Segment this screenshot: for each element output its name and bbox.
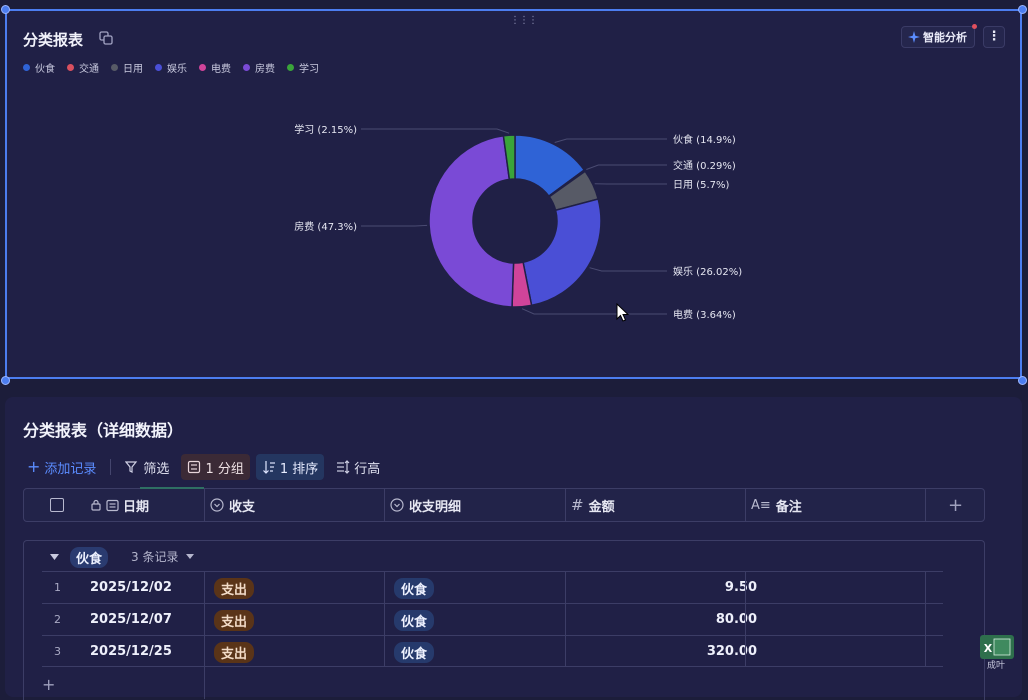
group-label: 1 分组 <box>205 458 243 477</box>
cell-amount[interactable]: 320.00 <box>582 644 757 659</box>
leader-line <box>590 268 667 271</box>
pie-slice[interactable] <box>429 136 514 307</box>
column-divider <box>925 489 926 521</box>
resize-handle[interactable] <box>1 5 10 14</box>
add-record-button[interactable]: + 添加记录 <box>23 454 102 480</box>
column-divider <box>384 571 385 667</box>
table-card: 分类报表（详细数据） + 添加记录 筛选 1 分组 <box>5 397 1022 697</box>
column-divider <box>204 571 205 699</box>
cell-type-tag[interactable]: 支出 <box>214 610 254 631</box>
cell-detail-tag[interactable]: 伙食 <box>394 578 434 599</box>
column-divider <box>745 571 746 667</box>
cell-amount[interactable]: 9.50 <box>582 580 757 595</box>
table-header-row: 日期 收支 收支明细 # 金额 A≡ <box>23 488 985 522</box>
row-height-button[interactable]: 行高 <box>330 454 386 480</box>
cell-type-tag[interactable]: 支出 <box>214 578 254 599</box>
row-height-icon <box>336 460 350 474</box>
mouse-cursor-icon <box>616 303 630 323</box>
column-label: 备注 <box>776 496 802 515</box>
toolbar-divider <box>110 459 111 475</box>
filter-icon <box>125 460 139 474</box>
group-section: 伙食 3 条记录 1 2025/12/02 支出 伙食 9.50 2 2025/… <box>23 540 985 700</box>
plus-icon: + <box>27 459 40 475</box>
column-header-type[interactable]: 收支 <box>210 489 255 521</box>
select-all-checkbox[interactable] <box>50 489 64 521</box>
sort-label: 1 排序 <box>280 458 318 477</box>
column-divider <box>925 571 926 667</box>
row-number: 2 <box>54 613 61 626</box>
pie-slice[interactable] <box>523 199 601 305</box>
cell-amount[interactable]: 80.00 <box>582 612 757 627</box>
add-row-button[interactable]: + <box>42 675 55 694</box>
slice-data-label: 学习 (2.15%) <box>294 123 357 136</box>
excel-export-icon[interactable]: X <box>980 635 1014 659</box>
chart-card[interactable]: ⋮⋮⋮ 分类报表 智能分析 ⋮ 伙食交通日用娱乐电费房费学习 伙食 (14.9%… <box>5 9 1022 379</box>
leader-line <box>361 225 427 226</box>
resize-handle[interactable] <box>1018 5 1027 14</box>
column-divider <box>565 489 566 521</box>
column-header-note[interactable]: A≡ 备注 <box>751 489 802 521</box>
chevron-down-icon[interactable] <box>186 554 194 560</box>
sort-button[interactable]: 1 排序 <box>256 454 324 480</box>
slice-data-label: 交通 (0.29%) <box>673 159 736 172</box>
row-number: 3 <box>54 645 61 658</box>
number-icon: # <box>571 496 584 514</box>
add-column-button[interactable]: + <box>948 489 963 521</box>
cell-detail-tag[interactable]: 伙食 <box>394 642 434 663</box>
excel-label: 成叶 <box>987 658 1005 671</box>
group-name-tag: 伙食 <box>70 547 108 568</box>
group-button[interactable]: 1 分组 <box>181 454 249 480</box>
column-header-amount[interactable]: # 金额 <box>571 489 615 521</box>
cell-type-tag[interactable]: 支出 <box>214 642 254 663</box>
text-field-icon: A≡ <box>751 498 771 513</box>
table-row[interactable]: 1 2025/12/02 支出 伙食 9.50 <box>42 571 943 603</box>
column-header-date[interactable]: 日期 <box>90 489 149 521</box>
column-label: 金额 <box>589 496 615 515</box>
column-divider <box>745 489 746 521</box>
slice-data-label: 房费 (47.3%) <box>294 220 357 233</box>
column-divider <box>565 571 566 667</box>
add-record-label: 添加记录 <box>44 458 96 477</box>
leader-line <box>361 129 509 133</box>
svg-text:X: X <box>984 642 993 655</box>
lock-icon <box>90 499 102 511</box>
column-divider <box>204 489 205 521</box>
table-row[interactable]: 3 2025/12/25 支出 伙食 320.00 <box>42 635 943 667</box>
cell-date[interactable]: 2025/12/02 <box>90 580 172 595</box>
slice-data-label: 电费 (3.64%) <box>673 308 736 321</box>
column-label: 收支明细 <box>409 496 461 515</box>
leader-line <box>586 165 667 169</box>
row-number: 1 <box>54 581 61 594</box>
cell-detail-tag[interactable]: 伙食 <box>394 610 434 631</box>
cell-date[interactable]: 2025/12/25 <box>90 644 172 659</box>
leader-line <box>555 139 667 142</box>
slice-data-label: 日用 (5.7%) <box>673 180 729 191</box>
row-height-label: 行高 <box>354 458 380 477</box>
resize-handle[interactable] <box>1018 376 1027 385</box>
donut-chart: 伙食 (14.9%) 交通 (0.29%) 日用 (5.7%) 娱乐 (26.02%)… <box>7 11 1020 377</box>
calendar-icon <box>106 499 119 512</box>
filter-label: 筛选 <box>143 458 169 477</box>
filter-button[interactable]: 筛选 <box>119 454 175 480</box>
slice-data-label: 娱乐 (26.02%) <box>673 265 742 278</box>
single-select-icon <box>210 498 224 512</box>
table-title: 分类报表（详细数据） <box>23 417 183 441</box>
sort-icon <box>262 460 276 474</box>
slice-data-label: 伙食 (14.9%) <box>673 133 736 146</box>
leader-line <box>522 309 667 314</box>
column-header-detail[interactable]: 收支明细 <box>390 489 461 521</box>
single-select-icon <box>390 498 404 512</box>
group-icon <box>187 460 201 474</box>
group-record-count: 3 条记录 <box>131 548 178 565</box>
resize-handle[interactable] <box>1 376 10 385</box>
cell-date[interactable]: 2025/12/07 <box>90 612 172 627</box>
column-divider <box>384 489 385 521</box>
column-label: 收支 <box>229 496 255 515</box>
table-row[interactable]: 2 2025/12/07 支出 伙食 80.00 <box>42 603 943 635</box>
collapse-caret-icon[interactable] <box>50 554 59 561</box>
column-label: 日期 <box>123 496 149 515</box>
table-toolbar: + 添加记录 筛选 1 分组 1 排序 <box>23 454 392 480</box>
column-freeze-indicator <box>140 487 204 489</box>
